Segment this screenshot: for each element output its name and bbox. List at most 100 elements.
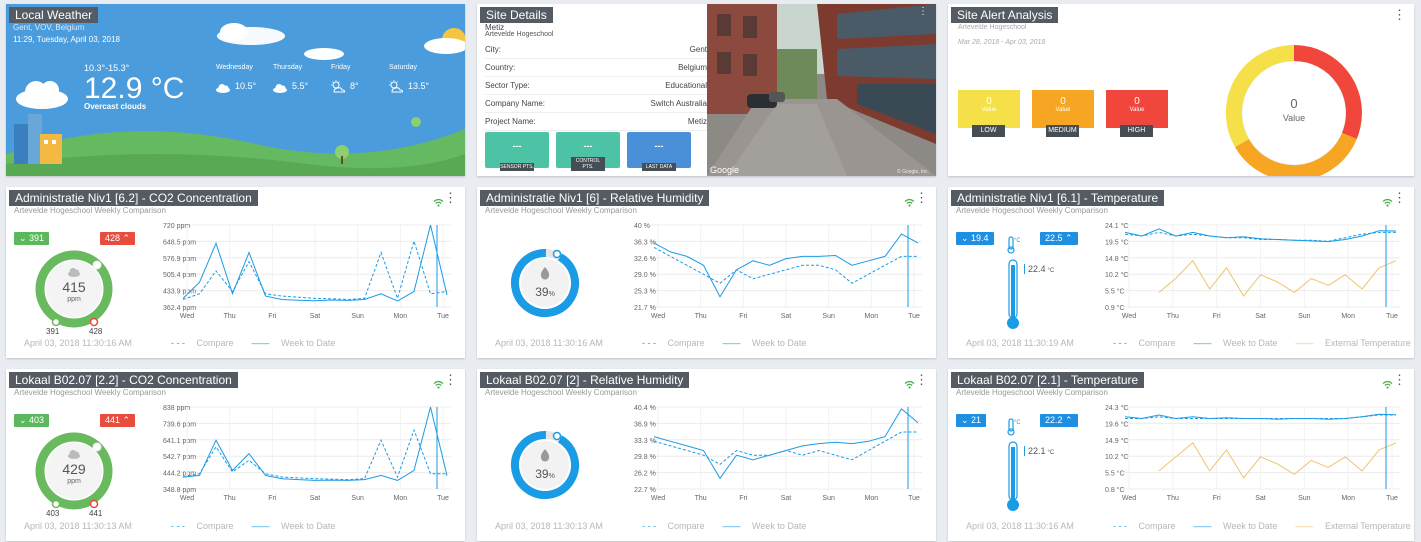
y-tick-label: 5.5 °C — [1105, 288, 1125, 296]
widget-temp-2: Administratie Niv1 [6.1] - Temperature Ar… — [948, 187, 1414, 358]
x-tick-label: Mon — [1341, 313, 1355, 320]
site-stat-button[interactable]: --- LAST DATA — [627, 132, 691, 171]
line-chart: 24.3 °C 19.6 °C 14.9 °C 10.2 °C 5.5 °C 0.8 °C… — [1105, 404, 1400, 502]
line-chart: 40.4 % 36.9 % 33.3 % 29.8 % 26.2 % 22.7 %Wed T… — [634, 405, 922, 502]
y-tick-label: 739.6 ppm — [163, 421, 196, 428]
x-tick-label: Thu — [1167, 313, 1179, 320]
alerts-daterange: Mar 28, 2018 - Apr 03, 2018 — [958, 39, 1046, 46]
y-tick-label: 21.7 % — [634, 305, 656, 312]
y-tick-label: 22.7 % — [634, 487, 656, 494]
site-stat-label: CONTROL PTS. — [571, 157, 605, 171]
weather-title: Local Weather — [9, 7, 99, 23]
legend-compare: - - - Compare — [642, 338, 705, 348]
x-tick-label: Sat — [1255, 313, 1266, 320]
alert-level-box[interactable]: 0 Value HIGH — [1106, 90, 1168, 137]
y-tick-label: 362.4 ppm — [163, 305, 196, 312]
widget-temp-5: Lokaal B02.07 [2.1] - Temperature Artevel… — [948, 369, 1414, 541]
y-tick-label: 29.8 % — [634, 454, 656, 461]
x-tick-label: Fri — [1213, 313, 1222, 320]
x-tick-label: Tue — [908, 495, 920, 502]
y-tick-label: 648.5 ppm — [163, 239, 196, 246]
alert-level-label: HIGH — [1120, 125, 1153, 137]
x-tick-label: Wed — [180, 313, 194, 320]
widget-co2-0: Administratie Niv1 [6.2] - CO2 Concentra… — [6, 187, 465, 358]
legend-external: —— External Temperature — [1295, 338, 1411, 348]
y-tick-label: 29.0 % — [634, 272, 656, 279]
x-tick-label: Sat — [781, 313, 792, 320]
x-tick-label: Sun — [822, 495, 835, 502]
y-tick-label: 32.6 % — [634, 256, 656, 263]
street-view-menu-icon[interactable]: ⋮ — [918, 7, 928, 17]
x-tick-label: Sat — [1255, 495, 1266, 502]
y-tick-label: 348.8 ppm — [163, 487, 196, 494]
alert-level-label: MEDIUM — [1046, 125, 1079, 137]
alerts-menu-icon[interactable]: ⋮ — [1393, 8, 1406, 21]
forecast-day-name: Wednesday — [216, 64, 253, 71]
legend-compare: - - - Compare — [1113, 338, 1176, 348]
site-stat-label: LAST DATA — [642, 163, 676, 171]
weather-location: Gent, VOV, Belgium — [13, 23, 85, 32]
x-tick-label: Tue — [437, 495, 449, 502]
sun-cloud-icon — [388, 80, 404, 99]
forecast-day-name: Thursday — [273, 64, 303, 71]
forecast-temp: 10.5° — [235, 81, 257, 91]
alerts-panel: Site Alert Analysis Artevelde Hogeschool… — [948, 4, 1414, 176]
legend-external: —— External Temperature — [1295, 521, 1411, 531]
x-tick-label: Wed — [651, 495, 665, 502]
alerts-subtitle: Artevelde Hogeschool — [958, 24, 1027, 31]
y-tick-label: 5.5 °C — [1105, 470, 1125, 478]
x-tick-label: Mon — [394, 495, 408, 502]
legend-week: —— Week to Date — [1193, 338, 1278, 348]
site-detail-row: Company Name: Switch Australia — [485, 95, 711, 113]
y-tick-label: 14.9 °C — [1105, 437, 1128, 445]
chart-legend: - - - Compare —— Week to Date —— External … — [1113, 521, 1414, 531]
site-stat-button[interactable]: --- SENSOR PTS. — [485, 132, 549, 171]
site-detail-value: Metiz — [687, 117, 707, 126]
x-tick-label: Thu — [1167, 495, 1179, 502]
widget-hum-1: Administratie Niv1 [6] - Relative Humidi… — [477, 187, 936, 358]
alert-level-box[interactable]: 0 Value MEDIUM — [1032, 90, 1094, 137]
weather-panel: Local Weather Gent, VOV, Belgium 11:29, … — [6, 4, 465, 176]
site-detail-value: Educational — [665, 81, 707, 90]
x-tick-label: Thu — [224, 495, 236, 502]
alert-level-box[interactable]: 0 Value LOW — [958, 90, 1020, 137]
map-copyright: © Google, Inc. — [897, 168, 929, 175]
x-tick-label: Thu — [695, 495, 707, 502]
y-tick-label: 26.2 % — [634, 471, 656, 478]
line-chart: 40 % 36.3 % 32.6 % 29.0 % 25.3 % 21.7 %Wed Thu… — [634, 223, 922, 320]
y-tick-label: 24.1 °C — [1105, 222, 1128, 230]
donut-label: Value — [1283, 113, 1305, 123]
x-tick-label: Mon — [865, 495, 879, 502]
forecast-day-name: Friday — [331, 64, 351, 71]
x-tick-label: Wed — [180, 495, 194, 502]
x-tick-label: Sat — [310, 313, 321, 320]
legend-week: —— Week to Date — [251, 521, 336, 531]
weather-datetime: 11:29, Tuesday, April 03, 2018 — [13, 35, 120, 44]
x-tick-label: Fri — [268, 495, 277, 502]
y-tick-label: 19.5 °C — [1105, 238, 1128, 246]
legend-compare: - - - Compare — [1113, 521, 1176, 531]
street-view-image[interactable]: Google © Google, Inc. ⋮ — [707, 4, 936, 176]
site-detail-row: Project Name: Metiz — [485, 113, 711, 131]
cloud-icon — [14, 77, 70, 114]
site-detail-row: Country: Belgium — [485, 59, 711, 77]
weather-temperature: 12.9 °C — [84, 72, 185, 105]
alert-count: 0 — [1134, 96, 1140, 107]
alerts-title: Site Alert Analysis — [951, 7, 1059, 23]
y-tick-label: 641.1 ppm — [163, 438, 196, 445]
legend-week: —— Week to Date — [722, 338, 807, 348]
y-tick-label: 19.6 °C — [1105, 420, 1128, 428]
forecast-temp: 13.5° — [408, 81, 430, 91]
x-tick-label: Mon — [865, 313, 879, 320]
widget-hum-4: Lokaal B02.07 [2] - Relative Humidity Art… — [477, 369, 936, 541]
chart-legend: - - - Compare —— Week to Date — [171, 338, 353, 348]
x-tick-label: Tue — [1386, 313, 1398, 320]
site-detail-label: Sector Type: — [485, 81, 530, 90]
y-tick-label: 10.2 °C — [1105, 271, 1128, 279]
site-detail-label: Company Name: — [485, 99, 546, 108]
widget-co2-3: Lokaal B02.07 [2.2] - CO2 Concentration A… — [6, 369, 465, 541]
site-details-panel: Site Details Metiz Artevelde Hogeschool … — [477, 4, 936, 176]
site-stat-button[interactable]: --- CONTROL PTS. — [556, 132, 620, 171]
cloud-icon — [272, 80, 288, 98]
chart-legend: - - - Compare —— Week to Date — [171, 521, 353, 531]
